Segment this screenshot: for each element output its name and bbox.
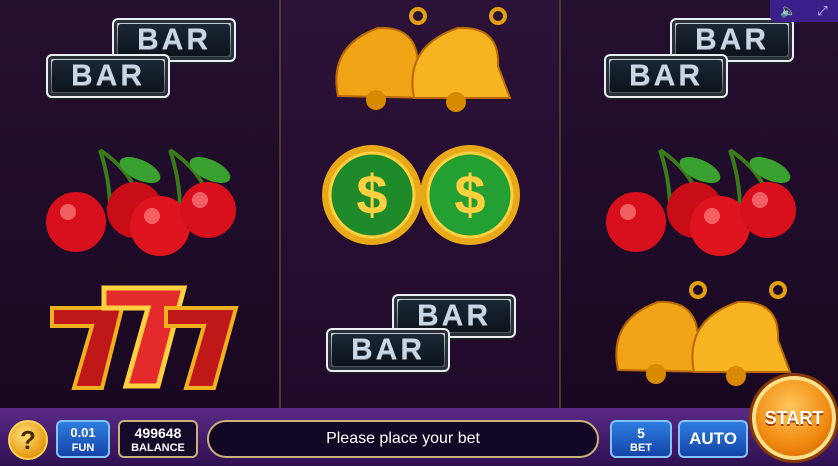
auto-button[interactable]: AUTO xyxy=(678,420,748,458)
bet-value: 5 xyxy=(637,425,645,441)
fullscreen-icon[interactable]: ⤢ xyxy=(817,3,827,19)
bells-symbol xyxy=(615,281,792,386)
bar-label: BAR xyxy=(676,23,788,56)
bar-label: BAR xyxy=(118,23,230,56)
bar-symbol: BAR xyxy=(46,54,170,98)
dollar-coins-symbol: $ $ xyxy=(322,145,520,245)
dollar-label: $ xyxy=(356,163,387,226)
bar-label: BAR xyxy=(52,59,164,92)
speaker-icon[interactable]: 🔈 xyxy=(780,3,796,19)
bar-symbol: BAR xyxy=(604,54,728,98)
help-label: ? xyxy=(20,424,36,455)
balance-label: BALANCE xyxy=(131,442,185,454)
sevens-symbol xyxy=(50,285,239,390)
start-label: START xyxy=(764,407,824,428)
bet-button[interactable]: 5 BET xyxy=(610,420,672,458)
bar-label: BAR xyxy=(610,59,722,92)
reel-divider xyxy=(559,0,561,408)
bar-label: BAR xyxy=(332,333,444,366)
control-panel: ? 0.01 FUN 499648 BALANCE Please place y… xyxy=(0,408,838,466)
bells-symbol xyxy=(335,7,512,112)
bar-symbol: BAR xyxy=(326,328,450,372)
top-controls: 🔈 ⤢ xyxy=(770,0,838,22)
help-button[interactable]: ? xyxy=(8,420,48,460)
start-button[interactable]: START xyxy=(752,376,836,460)
balance-display: 499648 BALANCE xyxy=(118,420,198,458)
reels-area: BAR BAR $ $ BAR BAR BAR BAR xyxy=(0,0,838,408)
cherries-symbol xyxy=(46,148,236,256)
denomination-button[interactable]: 0.01 FUN xyxy=(56,420,110,458)
balance-value: 499648 xyxy=(134,425,182,441)
denomination-value: 0.01 xyxy=(70,425,96,440)
reel-divider xyxy=(279,0,281,408)
status-message: Please place your bet xyxy=(207,420,599,458)
bet-label: BET xyxy=(630,442,652,454)
denomination-label: FUN xyxy=(71,442,95,454)
dollar-label: $ xyxy=(454,163,485,226)
cherries-symbol xyxy=(606,148,796,256)
auto-label: AUTO xyxy=(689,429,737,448)
